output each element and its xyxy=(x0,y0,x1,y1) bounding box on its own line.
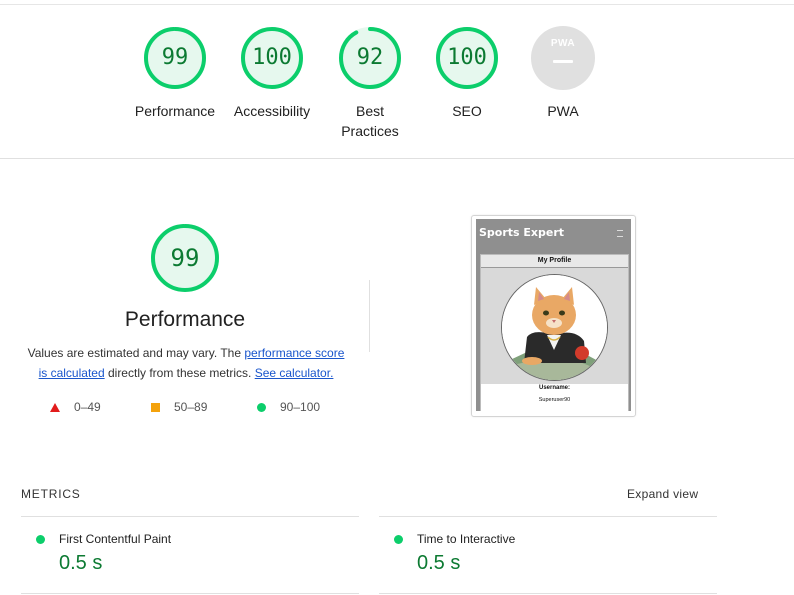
legend-fail: 0–49 xyxy=(50,400,101,414)
gauge-seo[interactable]: 100 SEO xyxy=(434,25,500,119)
score-ring: 99 xyxy=(142,25,208,91)
metric-value: 0.5 s xyxy=(59,552,103,574)
score-ring: 100 xyxy=(239,25,305,91)
metric-name: First Contentful Paint xyxy=(59,532,172,546)
pass-circle-icon xyxy=(36,535,45,544)
legend-range: 90–100 xyxy=(280,400,321,414)
expand-view-button[interactable]: Expand view xyxy=(627,487,698,501)
performance-description: Values are estimated and may vary. The p… xyxy=(22,343,350,383)
gauge-label: PWA xyxy=(547,103,579,119)
gauge-accessibility[interactable]: 100 Accessibility xyxy=(234,25,310,119)
gauge-label: Accessibility xyxy=(233,103,311,119)
circle-icon xyxy=(257,403,266,413)
legend-pass: 90–100 xyxy=(257,400,320,414)
cat-avatar-image xyxy=(501,274,608,381)
pwa-dash-icon xyxy=(553,60,573,63)
pwa-badge: PWA xyxy=(530,25,596,91)
gauge-score: 100 xyxy=(447,45,487,70)
card-header: My Profile xyxy=(481,255,628,268)
metrics-heading: METRICS xyxy=(21,487,81,501)
pass-circle-icon xyxy=(394,535,403,544)
gauge-score: 92 xyxy=(356,45,384,70)
section-divider xyxy=(0,158,794,159)
pwa-badge-icon xyxy=(531,26,595,90)
performance-score: 99 xyxy=(170,244,200,272)
username-value: Superuser90 xyxy=(538,397,571,403)
performance-title: Performance xyxy=(124,308,246,331)
gauge-label: Performance xyxy=(134,103,216,119)
metric-bottom-border xyxy=(379,593,717,594)
username-label: Username: xyxy=(538,385,570,391)
legend-average: 50–89 xyxy=(151,400,207,414)
gauge-label: SEO xyxy=(452,103,482,119)
square-icon xyxy=(151,403,160,413)
menu-icon xyxy=(617,230,623,237)
score-ring: 100 xyxy=(434,25,500,91)
description-text: Values are estimated and may vary. The xyxy=(27,346,245,360)
metric-name: Time to Interactive xyxy=(417,532,516,546)
gauge-label: Best Practices xyxy=(341,103,399,139)
legend-range: 0–49 xyxy=(74,400,101,414)
vertical-separator xyxy=(369,280,370,352)
gauge-best-practices[interactable]: 92 Best Practices xyxy=(337,25,403,139)
metric-bottom-border xyxy=(21,593,359,594)
top-border xyxy=(0,4,794,5)
gauge-score: 99 xyxy=(161,45,189,70)
gauge-pwa[interactable]: PWA PWA xyxy=(530,25,596,119)
pwa-badge-text: PWA xyxy=(550,38,576,49)
metric-top-border xyxy=(379,516,717,517)
gauge-performance[interactable]: 99 Performance xyxy=(135,25,215,119)
performance-gauge: 99 xyxy=(149,222,221,294)
score-ring: 92 xyxy=(337,25,403,91)
metric-value: 0.5 s xyxy=(417,552,461,574)
triangle-icon xyxy=(50,403,60,413)
see-calculator-link[interactable]: See calculator. xyxy=(255,366,334,380)
profile-card: My Profile Username: Superuser90 xyxy=(480,254,629,411)
gauge-score: 100 xyxy=(252,45,292,70)
metric-top-border xyxy=(21,516,359,517)
app-title: Sports Expert xyxy=(479,226,565,239)
cat-illustration-icon xyxy=(502,275,607,380)
description-text: directly from these metrics. xyxy=(104,366,255,380)
final-screenshot: Sports Expert My Profile Username: Super… xyxy=(476,219,631,411)
legend-range: 50–89 xyxy=(174,400,208,414)
card-footer: Username: Superuser90 xyxy=(481,384,628,411)
